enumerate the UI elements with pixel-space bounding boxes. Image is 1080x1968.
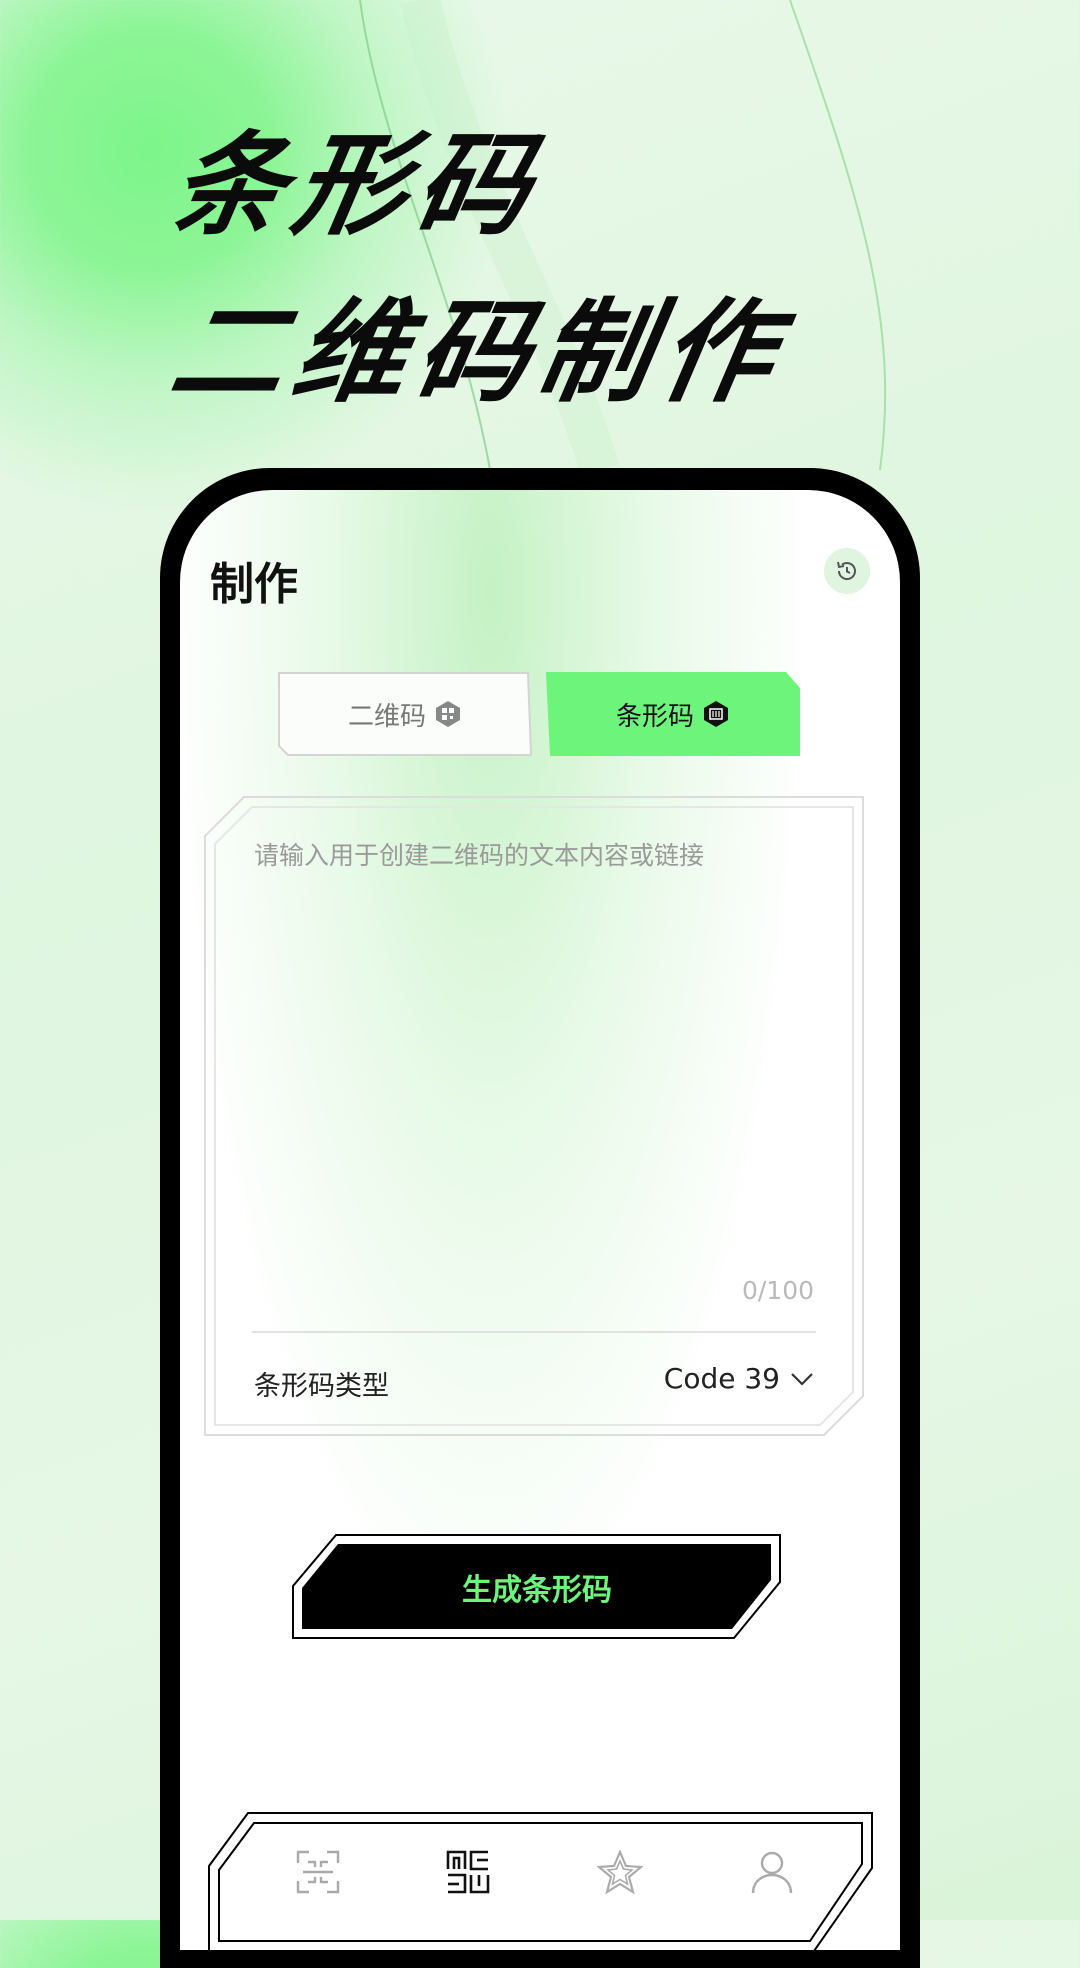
phone-frame: 制作 二维码 条形码 请输入用于创建二维码的文本内容或链接 0/100 条形码类… [160, 468, 920, 1968]
hero-title-line-2: 二维码制作 [161, 288, 795, 418]
qr-create-icon [446, 1850, 490, 1894]
nav-scan[interactable] [288, 1842, 348, 1902]
input-card-frame [204, 796, 864, 1436]
bottom-navigation [208, 1812, 874, 1950]
barcode-icon [704, 701, 728, 727]
content-textarea[interactable]: 请输入用于创建二维码的文本内容或链接 [254, 836, 704, 872]
profile-icon [751, 1851, 793, 1894]
text-input-card: 请输入用于创建二维码的文本内容或链接 0/100 条形码类型 Code 39 [204, 796, 864, 1436]
hero-title-line-1: 条形码 [161, 121, 551, 251]
generate-barcode-button[interactable]: 生成条形码 [292, 1534, 782, 1640]
chevron-down-icon [791, 1372, 813, 1386]
history-button[interactable] [824, 548, 870, 594]
nav-profile[interactable] [742, 1842, 802, 1902]
history-icon [837, 561, 856, 580]
nav-favorites[interactable] [590, 1842, 650, 1902]
divider [252, 1331, 816, 1333]
nav-create[interactable] [438, 1842, 498, 1902]
scan-icon [296, 1850, 340, 1894]
page-title: 制作 [210, 559, 298, 610]
tab-qr-code[interactable]: 二维码 [278, 672, 532, 756]
app-screen: 制作 二维码 条形码 请输入用于创建二维码的文本内容或链接 0/100 条形码类… [180, 490, 900, 1950]
tab-barcode-label: 条形码 [615, 701, 694, 732]
generate-button-label: 生成条形码 [462, 1573, 612, 1608]
barcode-type-label: 条形码类型 [254, 1371, 389, 1402]
code-type-tabs: 二维码 条形码 [278, 672, 800, 756]
star-icon [597, 1849, 643, 1895]
tab-qr-code-label: 二维码 [347, 701, 426, 732]
qr-code-icon [436, 701, 460, 727]
tab-barcode[interactable]: 条形码 [546, 672, 800, 756]
character-counter: 0/100 [741, 1276, 814, 1305]
barcode-type-select[interactable]: Code 39 [664, 1362, 814, 1395]
barcode-type-value: Code 39 [663, 1362, 780, 1395]
